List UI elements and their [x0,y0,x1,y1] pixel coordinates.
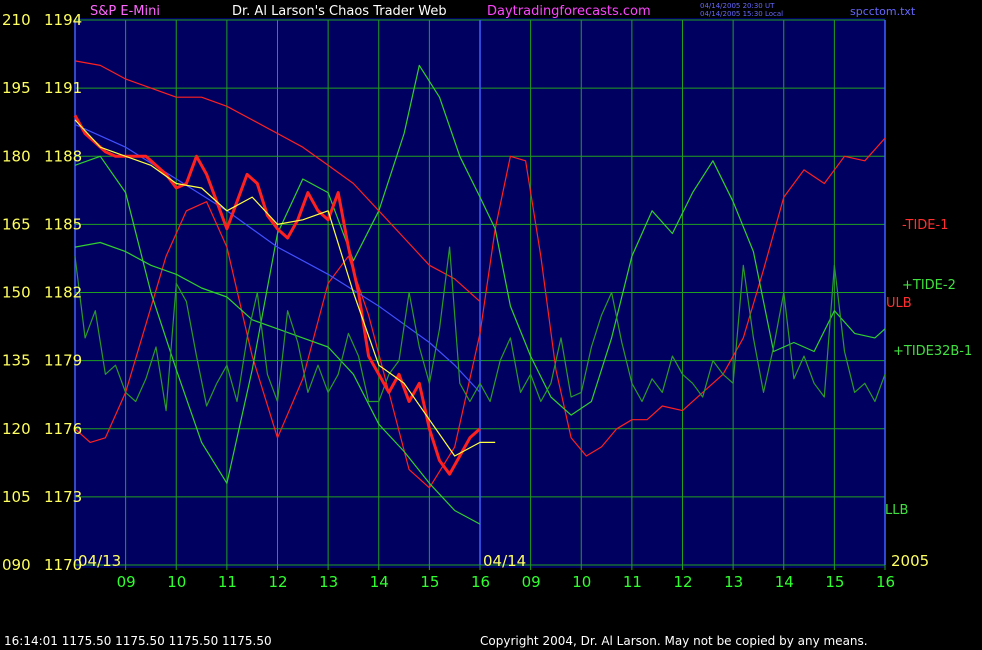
x-tick-label: 12 [674,573,693,591]
y-tide-label: 135 [2,352,31,370]
y-tide-label: 180 [2,147,31,165]
x-tick-label: 10 [572,573,591,591]
symbol-label: S&P E-Mini [90,4,160,19]
legend-label: +TIDE32B-1 [893,344,972,359]
legend-label: +TIDE-2 [902,278,956,293]
y-price-label: 1188 [44,147,82,165]
date-label: 2005 [891,552,929,570]
y-tide-label: 210 [2,11,31,29]
timestamp-local: 04/14/2005 15:30 Local [700,10,783,18]
y-price-label: 1191 [44,79,82,97]
y-tide-label: 105 [2,488,31,506]
legend-label: -TIDE-1 [902,218,948,233]
legend-label: LLB [885,503,908,518]
x-tick-label: 11 [218,573,237,591]
y-price-label: 1179 [44,352,82,370]
x-tick-label: 13 [319,573,338,591]
x-tick-label: 09 [522,573,541,591]
last-quote: 16:14:01 1175.50 1175.50 1175.50 1175.50 [4,634,272,648]
y-tide-label: 090 [2,556,31,574]
x-tick-label: 12 [269,573,288,591]
x-tick-label: 16 [876,573,895,591]
x-tick-label: 14 [775,573,794,591]
y-price-label: 1173 [44,488,82,506]
site-link[interactable]: Daytradingforecasts.com [487,4,651,19]
legend-label: ULB [886,296,912,311]
data-file-label: spcctom.txt [850,5,916,18]
y-price-label: 1194 [44,11,82,29]
x-tick-label: 15 [825,573,844,591]
x-tick-label: 09 [117,573,136,591]
timestamp-utc: 04/14/2005 20:30 UT [700,2,775,10]
x-tick-label: 14 [370,573,389,591]
copyright: Copyright 2004, Dr. Al Larson. May not b… [480,634,868,648]
y-price-label: 1182 [44,284,82,302]
y-price-label: 1170 [44,556,82,574]
y-price-label: 1185 [44,215,82,233]
x-tick-label: 15 [420,573,439,591]
x-tick-label: 10 [167,573,186,591]
date-label: 04/13 [78,552,121,570]
chart-title: Dr. Al Larson's Chaos Trader Web [232,4,447,19]
date-label: 04/14 [483,552,526,570]
y-tide-label: 150 [2,284,31,302]
x-tick-label: 13 [724,573,743,591]
x-tick-label: 16 [471,573,490,591]
x-tick-label: 11 [623,573,642,591]
chart-canvas: 210 1194 195 1191 180 1188 165 1185 150 1182 135 11… [0,0,982,650]
y-tide-label: 195 [2,79,31,97]
y-price-label: 1176 [44,420,82,438]
y-tide-label: 165 [2,215,31,233]
y-tide-label: 120 [2,420,31,438]
